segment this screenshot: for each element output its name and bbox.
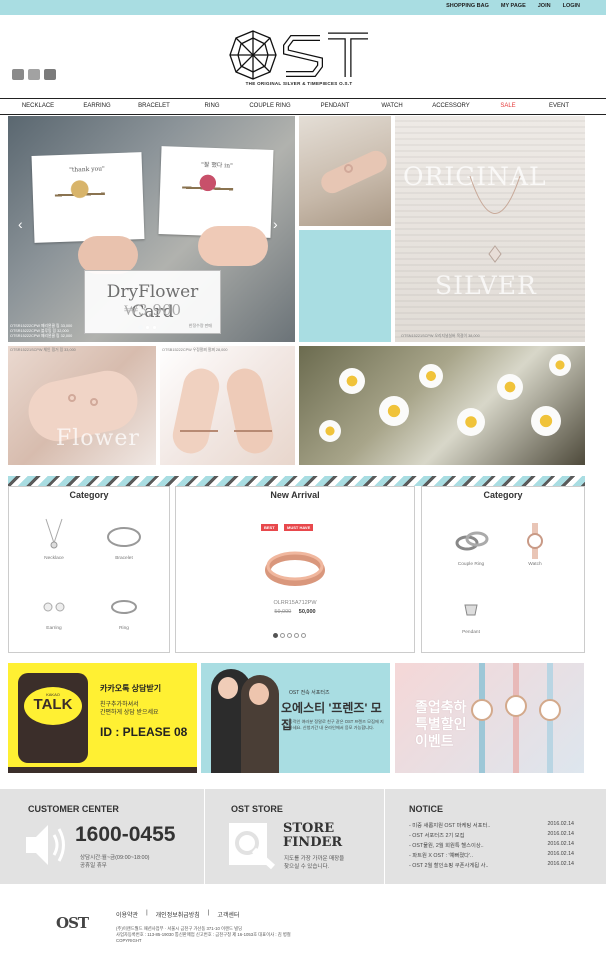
kakao-talk-banner[interactable]: KAKAO TALK 카카오톡 상담받기 친구추가하셔서 간편하게 상담 받으세… (8, 663, 197, 773)
friends-recruit-banner[interactable]: OST 전속 서포터즈 오에스티 '프렌즈' 모집 성공적인 여러분 정말로 친… (201, 663, 390, 773)
notice-item[interactable]: - OST 서포터즈 2기 모집 2016.02.14 (409, 831, 574, 839)
shopping-bag-link[interactable]: SHOPPING BAG (446, 3, 489, 9)
kakao-title: 카카오톡 상담받기 (100, 684, 162, 693)
nav-accessory[interactable]: ACCESSORY (432, 103, 470, 109)
phone-graphic: KAKAO TALK (18, 673, 88, 763)
daisy-photo[interactable] (299, 346, 585, 465)
product-pendant[interactable]: Pendant (436, 591, 506, 635)
nav-couple-ring[interactable]: COUPLE RING (249, 103, 290, 109)
nav-event[interactable]: EVENT (549, 103, 569, 109)
hero-caption: OTSR15222CPW 페리윈클 링 33,000 OTSR15222CPW … (10, 324, 73, 338)
graduation-event-banner[interactable]: 졸업축하 특별할인 이벤트 (395, 663, 584, 773)
join-link[interactable]: JOIN (538, 3, 551, 9)
company-info: (주)이랜드월드 패션사업부 · 서울시 금천구 가산동 371-10 이랜드 … (116, 926, 291, 943)
flower-text: Flower (56, 426, 140, 451)
nav-ring[interactable]: RING (205, 103, 220, 109)
ring-hand-photo[interactable] (299, 116, 391, 226)
best-badge: BEST (261, 524, 278, 531)
arrival-dots (273, 633, 306, 638)
flower-card: "잘 했다 in" (158, 146, 274, 238)
must-have-badge: MUST HAVE (284, 524, 314, 531)
top-bar: SHOPPING BAG MY PAGE JOIN LOGIN (0, 0, 606, 15)
privacy-link[interactable]: 개인정보취급방침 (156, 910, 200, 919)
kakao-id: ID : PLEASE 08 (100, 725, 188, 739)
top-links: SHOPPING BAG MY PAGE JOIN LOGIN (446, 3, 580, 9)
dryflower-card-banner[interactable]: DryFlower Card ₩3,900 한정수량 판매 (84, 270, 221, 334)
product-code: OLRR15A712PW (273, 600, 317, 606)
product-watch[interactable]: Watch (500, 523, 570, 567)
notice-item[interactable]: - 파트원 X OST : '예뻐졌다'.. 2016.02.14 (409, 851, 574, 859)
customer-center: CUSTOMER CENTER 1600-0455 상담시간:월~금(09:00… (26, 789, 204, 884)
nav-earring[interactable]: EARRING (83, 103, 110, 109)
instagram-icon[interactable] (12, 69, 24, 80)
bracelet-hands-photo[interactable]: OTSB15222CPW 우정팔찌 팔찌 28,000 (160, 346, 295, 465)
social-links (12, 69, 56, 80)
notice-board: NOTICE - 미중 새롭지원 OST 마케팅 서포터.. 2016.02.14… (409, 804, 574, 869)
facebook-icon[interactable] (44, 69, 56, 80)
store-finder[interactable]: OST STORE STORE FINDER 지도를 가장 가까운 매장을 찾으… (229, 789, 383, 884)
magnifier-icon (229, 823, 276, 870)
product-ring[interactable]: Ring (89, 587, 159, 631)
new-arrival-ring-image[interactable] (264, 542, 326, 588)
arrival-dot[interactable] (294, 633, 299, 638)
decorative-divider (8, 476, 585, 486)
customer-center-link[interactable]: 고객센터 (217, 910, 239, 919)
product-necklace[interactable]: Necklace (19, 517, 89, 561)
arrival-dot[interactable] (280, 633, 285, 638)
arrival-dot[interactable] (301, 633, 306, 638)
blog-icon[interactable] (28, 69, 40, 80)
ost-logo-icon (229, 30, 368, 80)
main-nav: NECKLACE EARRING BRACELET RING COUPLE RI… (0, 98, 606, 115)
footer-info: CUSTOMER CENTER 1600-0455 상담시간:월~금(09:00… (0, 789, 606, 884)
mint-block (299, 230, 391, 342)
product-price: 59,000 50,000 (274, 609, 316, 615)
footer-links: 이용약관 | 개인정보취급방침 | 고객센터 (116, 910, 240, 919)
notice-item[interactable]: - OST 2월 할인쇼핑 쿠폰사게됩 사.. 2016.02.14 (409, 861, 574, 869)
next-arrow-icon[interactable]: › (273, 216, 278, 232)
product-couple-ring[interactable]: Couple Ring (436, 523, 506, 567)
category-panel-left: Category Necklace Bracelet Earring Ring (8, 486, 170, 653)
nav-bracelet[interactable]: BRACELET (138, 103, 170, 109)
new-arrival-panel: New Arrival BEST MUST HAVE OLRR15A712PW … (175, 486, 415, 653)
my-page-link[interactable]: MY PAGE (501, 3, 526, 9)
product-bracelet[interactable]: Bracelet (89, 517, 159, 561)
prev-arrow-icon[interactable]: ‹ (18, 216, 23, 232)
arrival-dot[interactable] (287, 633, 292, 638)
hand-rings-photo[interactable]: Flower OTSR15221SCPW 체인 핑거 링 33,000 (8, 346, 156, 465)
thank-you-card: "thank you" (31, 152, 145, 243)
original-silver-photo[interactable]: ORIGINAL SILVER OTSN15221SCPW 오리지널실버 목걸이… (395, 116, 585, 342)
notice-item[interactable]: - 미중 새롭지원 OST 마케팅 서포터.. 2016.02.14 (409, 821, 574, 829)
login-link[interactable]: LOGIN (563, 3, 580, 9)
nav-pendant[interactable]: PENDANT (321, 103, 350, 109)
nav-watch[interactable]: WATCH (381, 103, 402, 109)
notice-item[interactable]: - OST물원, 2월 회원특 헬스이상.. 2016.02.14 (409, 841, 574, 849)
site-logo[interactable]: THE ORIGINAL SILVER & TIMEPIECES O.S.T (228, 30, 370, 88)
category-panel-right: Category Couple Ring Watch Pendant (421, 486, 585, 653)
hand-left (78, 236, 138, 274)
footer-logo[interactable]: OST (56, 914, 89, 932)
speaker-icon (26, 825, 65, 865)
terms-link[interactable]: 이용약관 (116, 910, 138, 919)
necklace-graphic (469, 176, 521, 263)
arrival-dot[interactable] (273, 633, 278, 638)
logo-tagline: THE ORIGINAL SILVER & TIMEPIECES O.S.T (245, 81, 353, 86)
product-earring[interactable]: Earring (19, 587, 89, 631)
hand-right (198, 226, 268, 266)
nav-sale[interactable]: SALE (500, 103, 515, 109)
phone-number[interactable]: 1600-0455 (75, 823, 175, 847)
nav-necklace[interactable]: NECKLACE (22, 103, 54, 109)
